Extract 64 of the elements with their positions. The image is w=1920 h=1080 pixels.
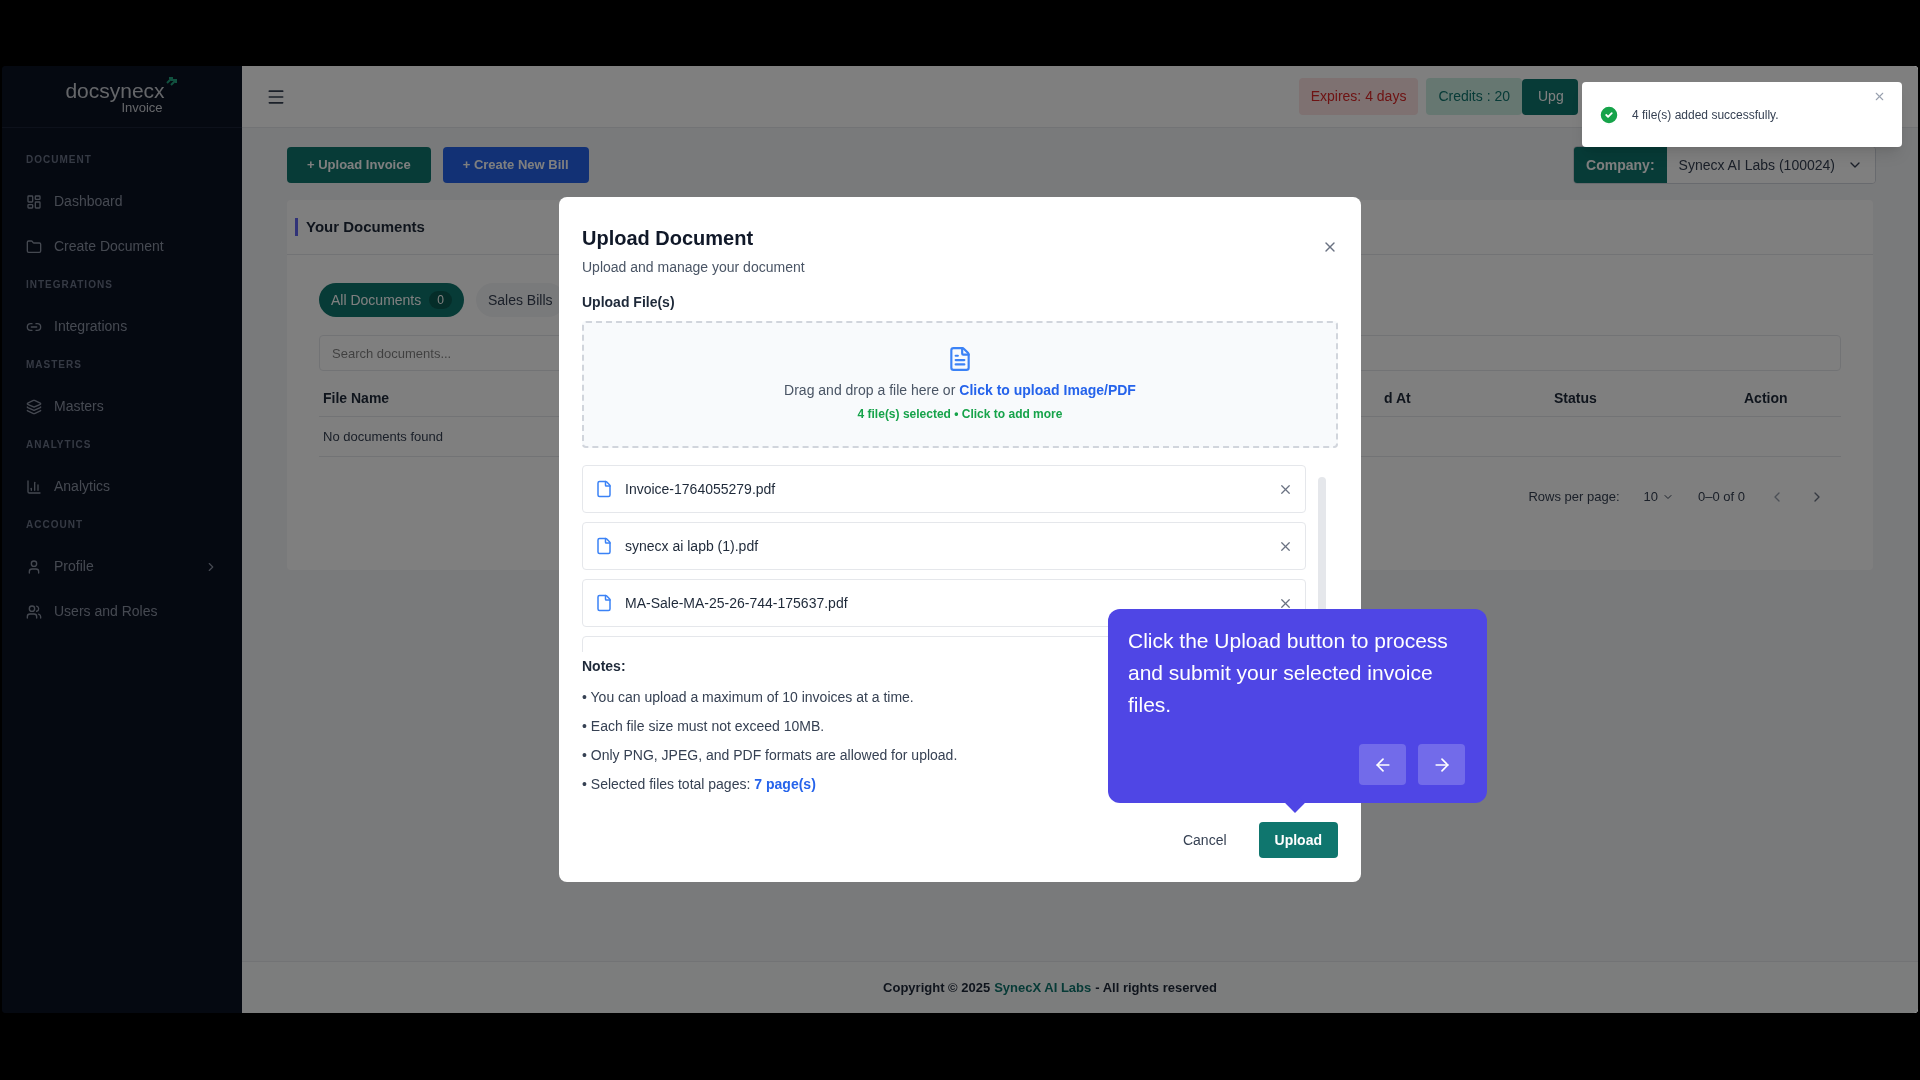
sidebar-item[interactable]: Analytics xyxy=(26,464,218,509)
menu-item-icon xyxy=(26,193,42,210)
company-select[interactable]: Company: Synecx AI Labs (100024) xyxy=(1573,146,1876,184)
company-link[interactable]: SynecX AI Labs xyxy=(994,977,1092,998)
toast-message: 4 file(s) added successfully. xyxy=(1632,106,1780,124)
selection-status: 4 file(s) selected • Click to add more xyxy=(857,406,1063,423)
rows-per-page-select[interactable]: 10 xyxy=(1643,487,1674,507)
menu-item-icon xyxy=(26,558,42,575)
column-header: Action xyxy=(1744,389,1788,408)
menu-item-icon xyxy=(26,398,42,415)
dropzone[interactable]: Drag and drop a file here or Click to upload Image/PDF 4 file(s) selected • Click to add more xyxy=(582,321,1338,448)
file-name: synecx ai lapb (1).pdf xyxy=(625,536,760,556)
create-bill-button[interactable]: + Create New Bill xyxy=(442,147,589,183)
page-count: 7 page(s) xyxy=(754,775,816,794)
sidebar-item[interactable]: Masters xyxy=(26,384,218,429)
rights-text: - All rights reserved xyxy=(1095,978,1217,997)
rows-per-page-label: Rows per page: xyxy=(1528,488,1620,506)
credits-badge: Credits : 20 xyxy=(1426,78,1522,115)
menu-item-icon xyxy=(26,603,42,620)
note-text: • Only PNG, JPEG, and PDF formats are allowed for upload. xyxy=(582,746,958,765)
file-name: MA-Sale-MA-25-26-744-175637.pdf xyxy=(625,593,849,613)
sidebar-item[interactable]: Create Document xyxy=(26,224,218,269)
company-label: Company: xyxy=(1574,147,1667,183)
column-header: d At xyxy=(1384,389,1411,408)
card-title: Your Documents xyxy=(306,216,425,237)
filter-tab[interactable]: All Documents 0 xyxy=(319,283,464,317)
logo-text: docsynecx xyxy=(65,79,165,101)
dialog-title: Upload Document xyxy=(582,226,755,251)
tooltip-text: Click the Upload button to process and submit your selected invoice files. xyxy=(1128,628,1448,718)
dialog-subtitle: Upload and manage your document xyxy=(582,258,806,277)
document-icon xyxy=(947,346,973,372)
dropzone-prompt: Drag and drop a file here or xyxy=(784,381,956,400)
page-range: 0–0 of 0 xyxy=(1698,488,1745,506)
column-header: File Name xyxy=(322,389,390,408)
menu-item-icon xyxy=(26,238,42,255)
sidebar-item[interactable]: Profile xyxy=(26,544,218,589)
upload-invoice-button[interactable]: + Upload Invoice xyxy=(287,147,431,183)
note-text: • Each file size must not exceed 10MB. xyxy=(582,717,825,736)
upgrade-button[interactable]: Upg xyxy=(1522,78,1578,115)
cancel-button[interactable]: Cancel xyxy=(1166,822,1243,858)
notes-title: Notes: xyxy=(582,657,626,676)
logo-subtitle: Invoice xyxy=(121,100,163,114)
sidebar-item[interactable]: Dashboard xyxy=(26,179,218,224)
upload-link[interactable]: Click to upload Image/PDF xyxy=(959,380,1136,401)
count-badge: 0 xyxy=(429,291,452,309)
upload-label: Upload File(s) xyxy=(582,293,676,312)
file-icon xyxy=(595,537,613,555)
file-icon xyxy=(595,594,613,612)
sidebar-item[interactable]: Users and Roles xyxy=(26,589,218,634)
sidebar-item[interactable]: Integrations xyxy=(26,304,218,349)
note-text: • You can upload a maximum of 10 invoices at a time. xyxy=(582,688,914,707)
copyright-text: Copyright © 2025 xyxy=(883,978,991,997)
next-button[interactable] xyxy=(1418,744,1465,785)
file-name: Invoice-1764055279.pdf xyxy=(625,479,777,499)
note-text: • Selected files total pages: xyxy=(582,775,751,794)
expiry-badge: Expires: 4 days xyxy=(1298,78,1419,115)
empty-message: No documents found xyxy=(322,427,443,446)
previous-button[interactable] xyxy=(1359,744,1406,785)
check-circle-icon xyxy=(1598,103,1620,126)
upload-button[interactable]: Upload xyxy=(1258,822,1338,858)
file-icon xyxy=(595,480,613,498)
column-header: Status xyxy=(1554,389,1597,408)
close-icon[interactable] xyxy=(1873,90,1886,103)
menu-item-icon xyxy=(26,478,42,495)
